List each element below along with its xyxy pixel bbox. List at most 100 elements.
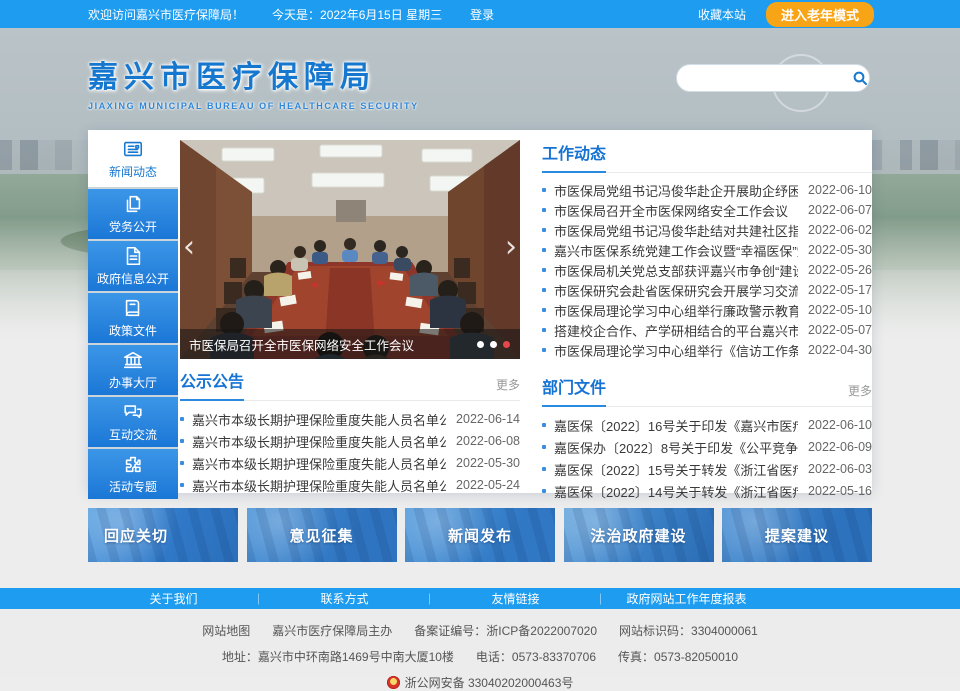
footer-host: 嘉兴市医疗保障局主办	[272, 624, 392, 638]
banner-rule-of-law-gov[interactable]: 法治政府建设	[564, 508, 714, 562]
footnav-annual-report[interactable]: 政府网站工作年度报表	[601, 590, 772, 607]
sidebar-item-gov-info[interactable]: 政府信息公开	[88, 241, 178, 291]
list-item[interactable]: 嘉医保办〔2022〕8号关于印发《公平竞争审查...2022-06-09	[542, 436, 872, 458]
bank-icon	[122, 349, 144, 371]
news-title[interactable]: 搭建校企合作、产学研相结合的平台嘉兴市长期护理...	[554, 321, 798, 340]
carousel-caption-bar: 市医保局召开全市医保网络安全工作会议	[180, 329, 520, 359]
list-item[interactable]: 嘉兴市本级长期护理保险重度失能人员名单公示（2...2022-06-08	[180, 430, 520, 452]
carousel-dots	[477, 341, 510, 348]
footer-sitemap-link[interactable]: 网站地图	[202, 624, 250, 638]
bullet-icon	[542, 228, 546, 232]
list-item[interactable]: 市医保局理论学习中心组举行《信访工作条例》专题...2022-04-30	[542, 340, 872, 360]
list-item[interactable]: 嘉医保〔2022〕14号关于转发《浙江省医疗保...2022-05-16	[542, 480, 872, 502]
site-search	[676, 64, 870, 92]
elder-mode-button[interactable]: 进入老年模式	[766, 2, 874, 27]
page-footer: 网站地图嘉兴市医疗保障局主办备案证编号：浙ICP备2022007020网站标识码…	[0, 609, 960, 678]
notices-more-link[interactable]: 更多	[496, 376, 520, 400]
news-title[interactable]: 嘉兴市本级长期护理保险重度失能人员名单公示（2...	[192, 432, 446, 451]
list-item[interactable]: 嘉兴市本级长期护理保险重度失能人员名单公示（2...2022-06-14	[180, 408, 520, 430]
footnav-contact[interactable]: 联系方式	[259, 590, 430, 607]
news-title[interactable]: 嘉医保办〔2022〕8号关于印发《公平竞争审查...	[554, 438, 798, 457]
news-title[interactable]: 嘉兴市本级长期护理保险重度失能人员名单公示（2...	[192, 454, 446, 473]
document-icon	[122, 245, 144, 267]
dept-docs-more-link[interactable]: 更多	[848, 382, 872, 406]
list-item[interactable]: 市医保局召开全市医保网络安全工作会议 2022-06-07	[542, 200, 872, 220]
section-dept-docs: 部门文件 更多 嘉医保〔2022〕16号关于印发《嘉兴市医疗保...2022-0…	[542, 374, 872, 502]
footnav-about-us[interactable]: 关于我们	[88, 590, 259, 607]
sidebar-item-interaction[interactable]: 互动交流	[88, 397, 178, 447]
news-title[interactable]: 嘉兴市医保系统党建工作会议暨“幸福医保”党建联...	[554, 241, 798, 260]
banner-label: 新闻发布	[448, 525, 512, 546]
banner-proposals[interactable]: 提案建议	[722, 508, 872, 562]
footnav-friendly-links[interactable]: 友情链接	[430, 590, 601, 607]
news-date: 2022-06-10	[808, 183, 872, 197]
bullet-icon	[180, 483, 184, 487]
news-title[interactable]: 市医保局党组书记冯俊华赴结对共建社区指导全国文...	[554, 221, 798, 240]
sidebar-item-label: 政府信息公开	[97, 270, 169, 287]
banner-label: 提案建议	[765, 525, 829, 546]
search-icon[interactable]	[850, 65, 869, 91]
sidebar-item-label: 新闻动态	[109, 163, 157, 180]
sidebar-item-label: 活动专题	[109, 478, 157, 495]
bullet-icon	[542, 248, 546, 252]
sidebar-item-special-topics[interactable]: 活动专题	[88, 449, 178, 499]
news-title[interactable]: 嘉医保〔2022〕14号关于转发《浙江省医疗保...	[554, 482, 798, 501]
carousel-caption[interactable]: 市医保局召开全市医保网络安全工作会议	[189, 335, 477, 354]
newspaper-icon	[122, 138, 144, 160]
list-item[interactable]: 嘉兴市本级长期护理保险重度失能人员名单公示（2...2022-05-30	[180, 452, 520, 474]
banner-label: 法治政府建设	[590, 525, 686, 546]
section-work-news: 工作动态 市医保局党组书记冯俊华赴企开展助企纾困活动2022-06-10 市医保…	[542, 140, 872, 360]
chat-icon	[122, 401, 144, 423]
list-item[interactable]: 嘉兴市医保系统党建工作会议暨“幸福医保”党建联... 2022-05-30	[542, 240, 872, 260]
news-date: 2022-05-30	[808, 243, 872, 257]
sidebar-item-news[interactable]: 新闻动态	[88, 130, 178, 187]
list-item[interactable]: 市医保局机关党总支部获评嘉兴市争创“建设清廉机...2022-05-26	[542, 260, 872, 280]
card-content: ‹ › 市医保局召开全市医保网络安全工作会议 公示公告 更多	[180, 130, 872, 493]
bullet-icon	[542, 489, 546, 493]
news-date: 2022-06-07	[808, 203, 872, 217]
list-item[interactable]: 市医保局党组书记冯俊华赴结对共建社区指导全国文...2022-06-02	[542, 220, 872, 240]
banner-opinion-collection[interactable]: 意见征集	[247, 508, 397, 562]
news-date: 2022-05-07	[808, 323, 872, 337]
sidebar-item-service-hall[interactable]: 办事大厅	[88, 345, 178, 395]
list-item[interactable]: 嘉兴市本级长期护理保险重度失能人员名单公示（2...2022-05-24	[180, 474, 520, 496]
search-input[interactable]	[691, 70, 850, 86]
footer-address: 地址：嘉兴市中环南路1469号中南大厦10楼	[222, 650, 454, 664]
bullet-icon	[180, 461, 184, 465]
carousel-dot[interactable]	[477, 341, 484, 348]
sidebar-item-policy-files[interactable]: 政策文件	[88, 293, 178, 343]
news-title[interactable]: 嘉医保〔2022〕16号关于印发《嘉兴市医疗保...	[554, 416, 798, 435]
carousel-dot[interactable]	[490, 341, 497, 348]
news-title[interactable]: 市医保局召开全市医保网络安全工作会议	[554, 201, 798, 220]
bullet-icon	[542, 348, 546, 352]
news-title[interactable]: 市医保局理论学习中心组举行廉政警示教育专题学习...	[554, 301, 798, 320]
list-item[interactable]: 市医保研究会赴省医保研究会开展学习交流活动 2022-05-17	[542, 280, 872, 300]
favorite-site-link[interactable]: 收藏本站	[698, 6, 746, 23]
bullet-icon	[542, 288, 546, 292]
list-item[interactable]: 市医保局党组书记冯俊华赴企开展助企纾困活动 2022-06-10	[542, 180, 872, 200]
news-title[interactable]: 市医保局理论学习中心组举行《信访工作条例》专题...	[554, 341, 798, 360]
list-item[interactable]: 嘉医保〔2022〕16号关于印发《嘉兴市医疗保...2022-06-10	[542, 414, 872, 436]
news-title[interactable]: 市医保局党组书记冯俊华赴企开展助企纾困活动	[554, 181, 798, 200]
banner-news-release[interactable]: 新闻发布	[405, 508, 555, 562]
list-item[interactable]: 搭建校企合作、产学研相结合的平台嘉兴市长期护理... 2022-05-07	[542, 320, 872, 340]
news-title[interactable]: 嘉兴市本级长期护理保险重度失能人员名单公示（2...	[192, 410, 446, 429]
sidebar-item-party-affairs[interactable]: 党务公开	[88, 189, 178, 239]
news-title[interactable]: 市医保局机关党总支部获评嘉兴市争创“建设清廉机...	[554, 261, 798, 280]
section-notices: 公示公告 更多 嘉兴市本级长期护理保险重度失能人员名单公示（2...2022-0…	[180, 368, 520, 496]
login-link[interactable]: 登录	[470, 6, 494, 23]
news-title[interactable]: 市医保研究会赴省医保研究会开展学习交流活动	[554, 281, 798, 300]
news-title[interactable]: 嘉兴市本级长期护理保险重度失能人员名单公示（2...	[192, 476, 446, 495]
news-title[interactable]: 嘉医保〔2022〕15号关于转发《浙江省医疗保...	[554, 460, 798, 479]
news-date: 2022-05-17	[808, 283, 872, 297]
list-item[interactable]: 嘉医保〔2022〕15号关于转发《浙江省医疗保... 2022-06-03	[542, 458, 872, 480]
list-item[interactable]: 市医保局理论学习中心组举行廉政警示教育专题学习...2022-05-10	[542, 300, 872, 320]
banner-respond-concerns[interactable]: 回应关切	[88, 508, 238, 562]
site-title: 嘉兴市医疗保障局	[88, 52, 419, 96]
footer-security-record[interactable]: 浙公网安备 33040202000463号	[405, 676, 574, 690]
news-date: 2022-06-03	[808, 462, 872, 476]
carousel-dot-active[interactable]	[503, 341, 510, 348]
carousel-next-icon[interactable]: ›	[505, 232, 517, 262]
news-carousel[interactable]: ‹ › 市医保局召开全市医保网络安全工作会议	[180, 140, 520, 359]
carousel-prev-icon[interactable]: ‹	[183, 232, 195, 262]
